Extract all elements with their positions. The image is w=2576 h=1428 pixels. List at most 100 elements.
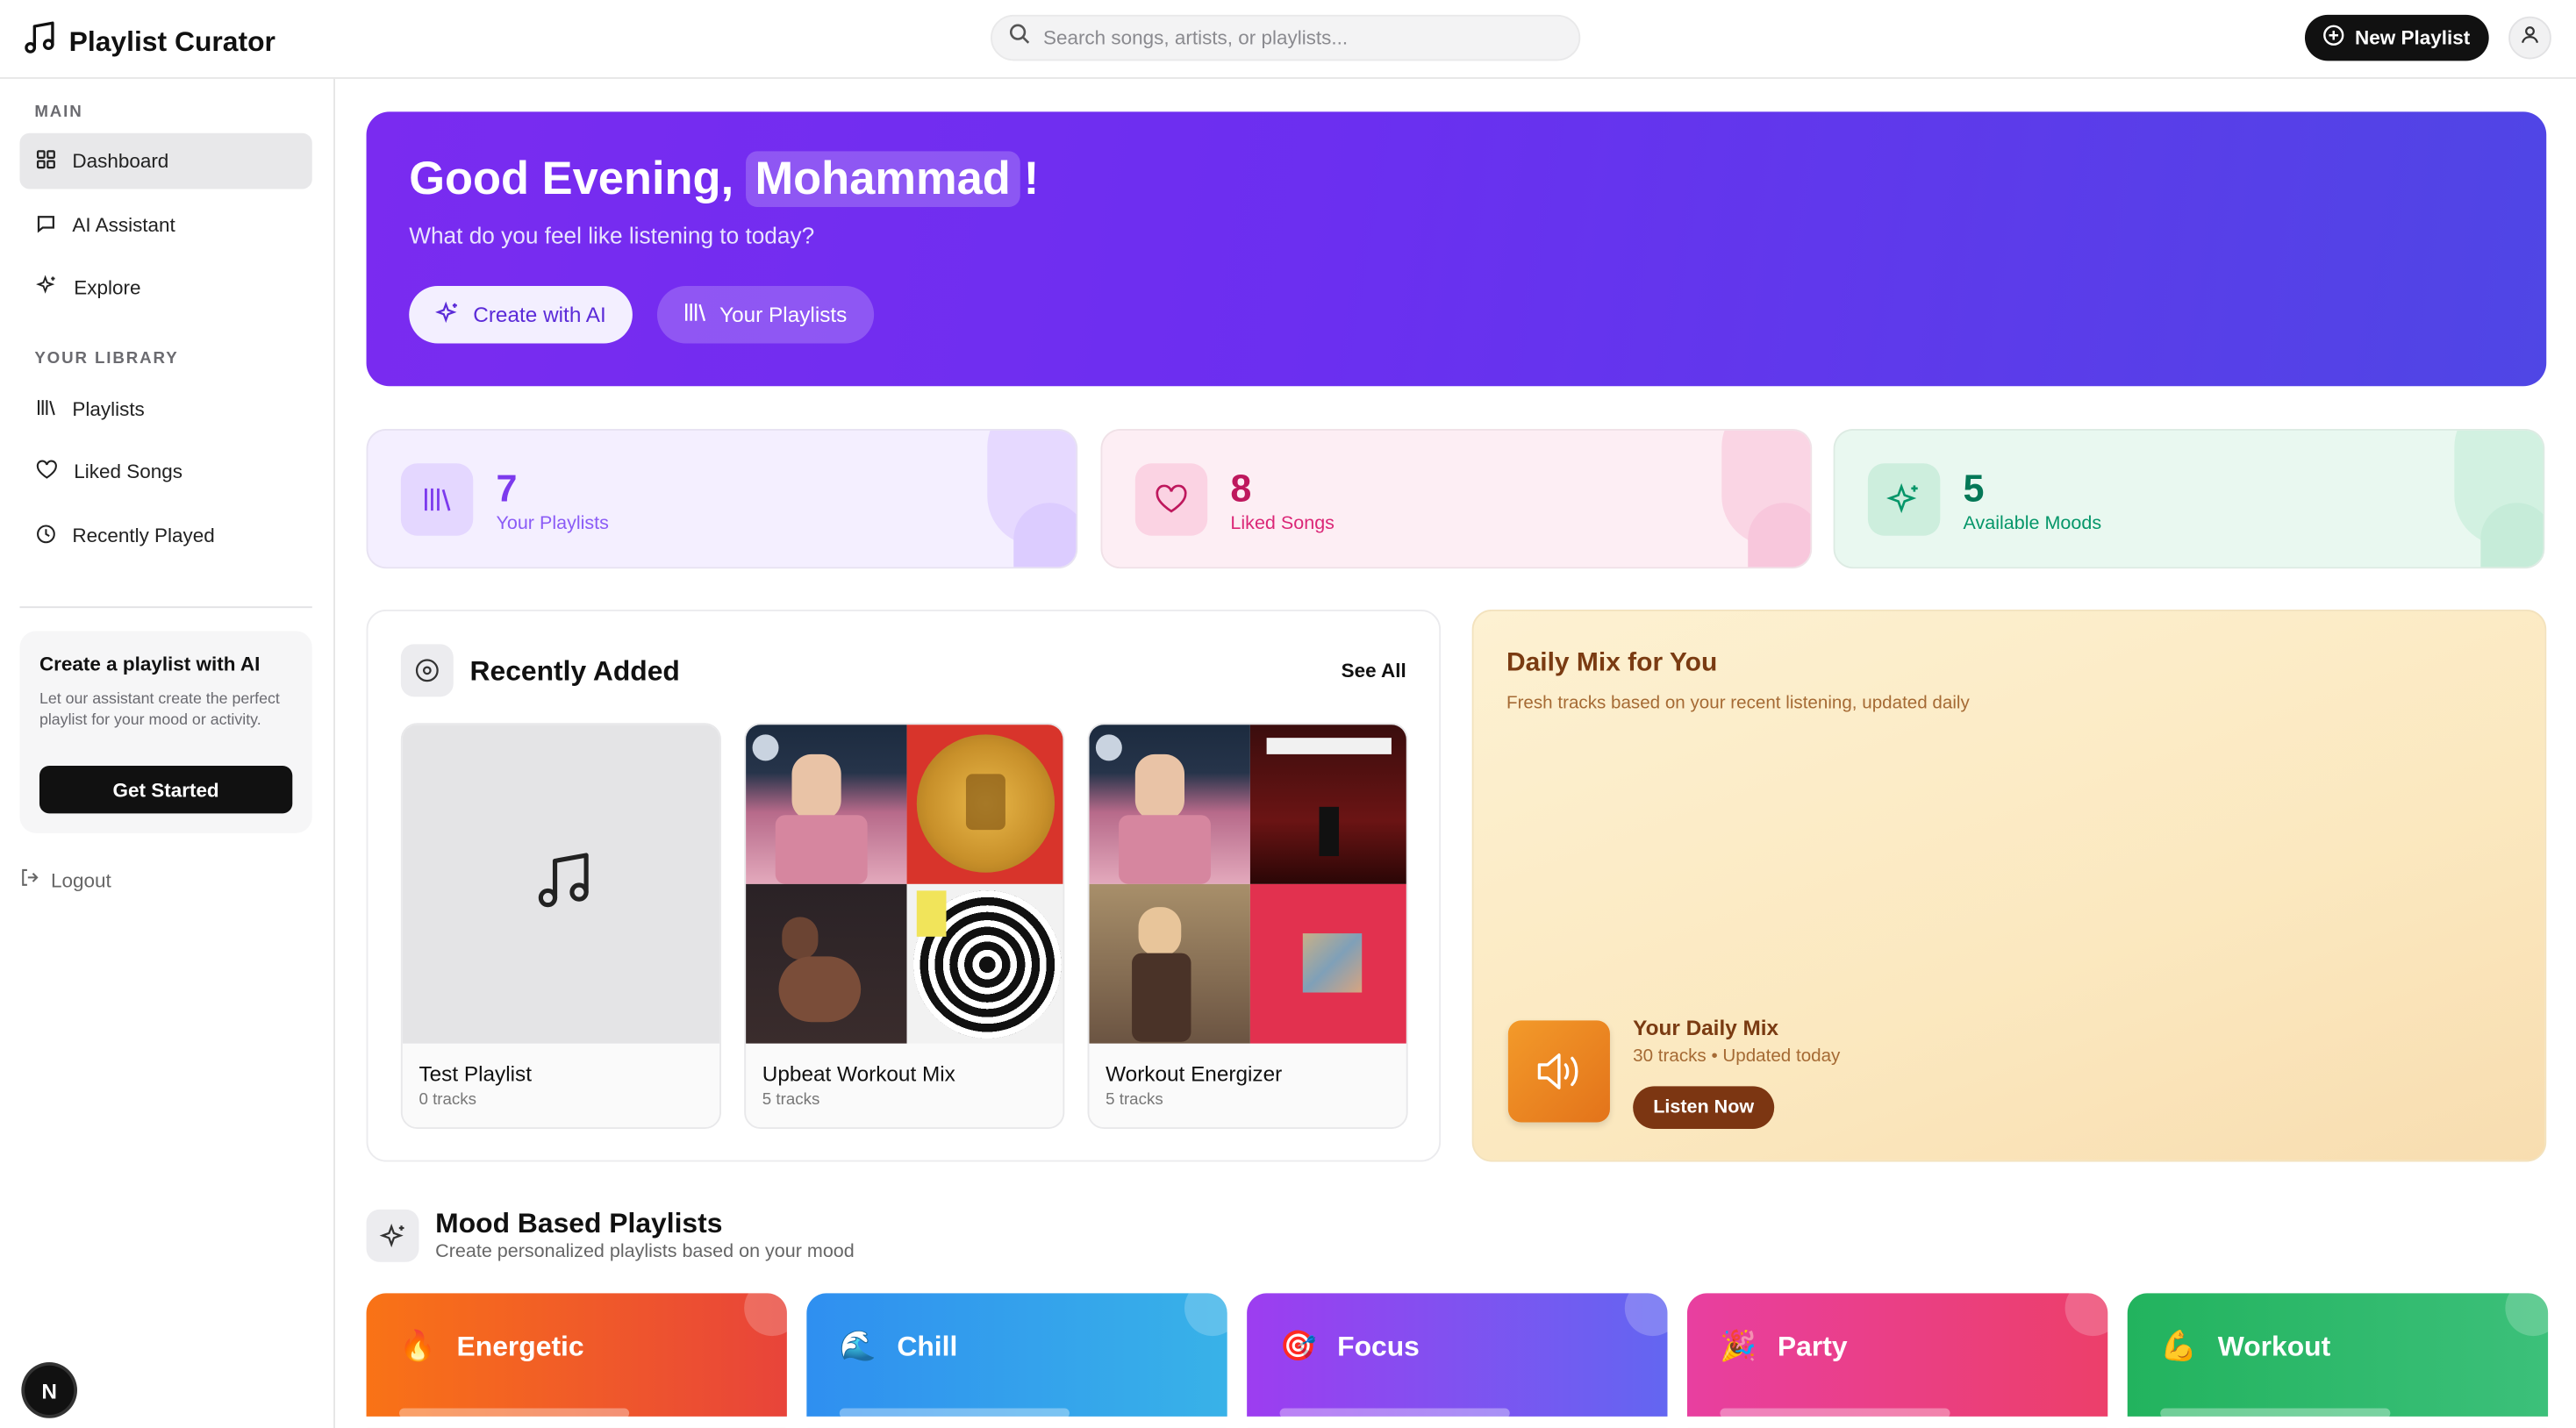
- decor-shape: [1184, 1293, 1227, 1337]
- mood-section-subtitle: Create personalized playlists based on y…: [435, 1242, 855, 1262]
- album-art: [1249, 725, 1406, 884]
- music-note-icon: [23, 19, 55, 64]
- grid-icon: [36, 149, 55, 174]
- see-all-link[interactable]: See All: [1342, 659, 1406, 682]
- section-title: Mood Based Playlists: [435, 1207, 723, 1239]
- dev-badge[interactable]: N: [25, 1365, 75, 1415]
- playlist-card[interactable]: Test Playlist 0 tracks: [400, 723, 721, 1130]
- section-title: Daily Mix for You: [1506, 648, 1718, 677]
- your-playlists-button[interactable]: Your Playlists: [656, 285, 874, 344]
- album-art: [905, 883, 1063, 1044]
- section-title: Recently Added: [469, 655, 680, 688]
- daily-mix-panel: Daily Mix for You Fresh tracks based on …: [1471, 610, 2547, 1162]
- stat-label: Your Playlists: [496, 514, 609, 534]
- sidebar-item-explore[interactable]: Explore: [19, 260, 311, 316]
- logout-button[interactable]: Logout: [19, 868, 111, 892]
- user-icon: [2520, 23, 2539, 53]
- sparkles-icon: [366, 1209, 419, 1262]
- heart-icon: [36, 459, 57, 484]
- mood-card-workout[interactable]: 💪 Workout: [2127, 1293, 2549, 1428]
- playlist-card[interactable]: Workout Energizer 5 tracks: [1087, 723, 1408, 1130]
- sidebar-item-liked-songs[interactable]: Liked Songs: [19, 444, 311, 500]
- mood-card-focus[interactable]: 🎯 Focus: [1247, 1293, 1668, 1428]
- brand[interactable]: Playlist Curator: [23, 19, 275, 64]
- sidebar-item-label: Explore: [74, 275, 141, 299]
- ai-promo-card: Create a playlist with AI Let our assist…: [19, 631, 312, 833]
- stat-card-moods[interactable]: 5 Available Moods: [1833, 428, 2545, 569]
- new-playlist-button[interactable]: New Playlist: [2304, 14, 2489, 61]
- greeting-heading: Good Evening, Mohammad !: [409, 151, 1039, 208]
- playlist-track-count: 5 tracks: [762, 1090, 820, 1110]
- flexed-arm-icon: 💪: [2160, 1329, 2198, 1363]
- new-playlist-label: New Playlist: [2355, 25, 2471, 50]
- decor-shape: [1748, 503, 1811, 568]
- create-with-ai-label: Create with AI: [473, 302, 606, 327]
- promo-text: Let our assistant create the perfect pla…: [39, 689, 280, 730]
- library-icon: [36, 396, 55, 421]
- playlist-cover-placeholder: [402, 725, 720, 1044]
- party-popper-icon: 🎉: [1720, 1329, 1757, 1363]
- daily-mix-title: Your Daily Mix: [1633, 1015, 1779, 1040]
- album-art: [746, 725, 906, 884]
- album-art: [746, 883, 906, 1044]
- hero-subtitle: What do you feel like listening to today…: [409, 221, 815, 248]
- search-bar[interactable]: [991, 14, 1581, 61]
- get-started-button[interactable]: Get Started: [39, 766, 293, 814]
- playlist-card[interactable]: Upbeat Workout Mix 5 tracks: [744, 723, 1065, 1130]
- stat-label: Available Moods: [1963, 514, 2102, 534]
- mood-label: Party: [1777, 1331, 1848, 1363]
- album-art: [905, 725, 1063, 884]
- album-art: [1089, 725, 1249, 884]
- sidebar-item-label: Playlists: [72, 397, 145, 421]
- library-icon: [400, 463, 474, 536]
- sidebar-item-recently-played[interactable]: Recently Played: [19, 508, 311, 564]
- create-with-ai-button[interactable]: Create with AI: [409, 285, 633, 344]
- speaker-icon: [1507, 1020, 1610, 1123]
- mood-card-party[interactable]: 🎉 Party: [1686, 1293, 2108, 1428]
- mood-label: Energetic: [456, 1331, 584, 1363]
- user-name: Mohammad: [745, 151, 1021, 208]
- search-icon: [1009, 23, 1030, 53]
- target-icon: 🎯: [1279, 1329, 1317, 1363]
- welcome-hero: Good Evening, Mohammad ! What do you fee…: [366, 111, 2547, 387]
- logout-label: Logout: [51, 868, 111, 892]
- sidebar-item-playlists[interactable]: Playlists: [19, 382, 311, 438]
- music-note-icon: [532, 849, 594, 920]
- top-bar: Playlist Curator New Playlist: [0, 0, 2576, 79]
- section-label-library: YOUR LIBRARY: [34, 350, 179, 368]
- stat-value: 7: [496, 467, 518, 510]
- daily-mix-subtitle: Fresh tracks based on your recent listen…: [1506, 693, 1970, 714]
- stat-card-playlists[interactable]: 7 Your Playlists: [366, 428, 1078, 569]
- decor-shape: [1624, 1293, 1668, 1337]
- daily-mix-meta: 30 tracks • Updated today: [1633, 1046, 1841, 1067]
- stat-value: 8: [1230, 467, 1252, 510]
- sparkles-icon: [36, 275, 57, 301]
- your-playlists-label: Your Playlists: [719, 302, 848, 327]
- app-title: Playlist Curator: [68, 25, 275, 57]
- listen-now-button[interactable]: Listen Now: [1633, 1086, 1775, 1130]
- decor-shape: [2505, 1293, 2549, 1337]
- album-art: [1089, 883, 1249, 1044]
- mood-card-energetic[interactable]: 🔥 Energetic: [366, 1293, 787, 1428]
- logout-icon: [19, 868, 39, 892]
- playlist-track-count: 5 tracks: [1106, 1090, 1163, 1110]
- search-input[interactable]: [1042, 25, 1536, 50]
- sidebar-item-label: Dashboard: [72, 149, 169, 173]
- sidebar-item-dashboard[interactable]: Dashboard: [19, 132, 312, 189]
- decor-shape: [2480, 503, 2544, 568]
- clock-icon: [36, 524, 55, 548]
- promo-title: Create a playlist with AI: [39, 652, 261, 675]
- heart-icon: [1134, 463, 1208, 536]
- user-avatar[interactable]: [2508, 16, 2551, 60]
- chat-icon: [36, 213, 55, 238]
- greeting-text: Good Evening,: [409, 153, 734, 204]
- mood-card-chill[interactable]: 🌊 Chill: [806, 1293, 1227, 1428]
- decor-shape: [744, 1293, 787, 1337]
- playlist-track-count: 0 tracks: [419, 1090, 477, 1110]
- recently-added-panel: Recently Added See All Test Playlist 0 t…: [366, 610, 1442, 1162]
- stat-card-liked-songs[interactable]: 8 Liked Songs: [1100, 428, 1813, 569]
- playlist-cover-collage: [1089, 725, 1406, 1044]
- sparkles-icon: [434, 300, 460, 330]
- sidebar-item-ai-assistant[interactable]: AI Assistant: [19, 197, 311, 253]
- album-art: [1249, 883, 1406, 1044]
